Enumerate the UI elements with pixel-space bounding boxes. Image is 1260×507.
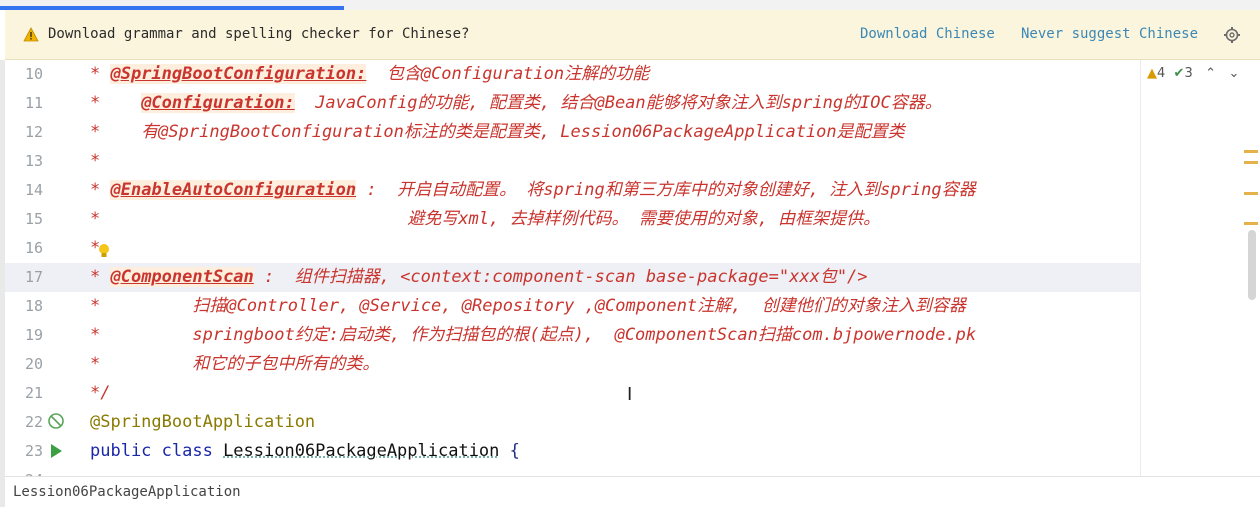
line-number: 15 <box>24 210 43 228</box>
code-editor[interactable]: 10 * @SpringBootConfiguration: 包含@Configu… <box>5 60 1260 476</box>
download-chinese-link[interactable]: Download Chinese <box>860 26 995 42</box>
code-line-12[interactable]: 12 * 有@SpringBootConfiguration标注的类是配置类, L… <box>5 118 1145 147</box>
line-number: 10 <box>24 65 43 83</box>
warning-count: 4 <box>1157 66 1166 81</box>
never-suggest-link[interactable]: Never suggest Chinese <box>1021 26 1198 42</box>
doc-comment-text: * @EnableAutoConfiguration : 开启自动配置。 将sp… <box>90 180 976 200</box>
line-number: 18 <box>24 297 43 315</box>
banner-message: Download grammar and spelling checker fo… <box>48 26 470 42</box>
code-line-10[interactable]: 10 * @SpringBootConfiguration: 包含@Configu… <box>5 60 1145 89</box>
chevron-down-icon[interactable]: ⌄ <box>1228 66 1239 81</box>
lightbulb-icon[interactable] <box>97 243 111 259</box>
inspection-widget[interactable]: ▲4 ✔3 ⌃ ⌄ <box>1147 66 1239 81</box>
line-number: 13 <box>24 152 43 170</box>
line-number: 24 <box>5 466 43 476</box>
breadcrumb-class[interactable]: Lession06PackageApplication <box>13 484 241 500</box>
breadcrumb-bar: Lession06PackageApplication <box>5 476 1260 507</box>
code-line-15[interactable]: 15 * 避免写xml, 去掉样例代码。 需要使用的对象, 由框架提供。 <box>5 205 1145 234</box>
code-line-18[interactable]: 18 * 扫描@Controller, @Service, @Repository… <box>5 292 1145 321</box>
code-line-17[interactable]: 17 * @ComponentScan : 组件扫描器, <context:com… <box>5 263 1145 292</box>
doc-comment-text: * springboot约定:启动类, 作为扫描包的根(起点), @Compon… <box>90 325 977 345</box>
annotation-name: @EnableAutoConfiguration <box>110 180 357 200</box>
editor-right-gutter <box>1140 60 1260 476</box>
line-number: 22 <box>24 413 43 431</box>
doc-comment-text: */ <box>90 383 111 403</box>
check-count: 3 <box>1184 66 1193 81</box>
check-count-icon: ✔ <box>1173 66 1185 81</box>
code-line-11[interactable]: 11 * @Configuration: JavaConfig的功能, 配置类, … <box>5 89 1145 118</box>
line-number: 12 <box>24 123 43 141</box>
doc-comment-text: * @ComponentScan : 组件扫描器, <context:compo… <box>90 267 868 287</box>
spring-bean-icon[interactable] <box>47 412 65 430</box>
annotation-name: @Configuration: <box>141 93 295 113</box>
mouse-cursor-icon: I <box>627 384 633 405</box>
warning-count-icon: ▲ <box>1147 66 1157 81</box>
line-number: 16 <box>24 239 43 257</box>
code-line-13[interactable]: 13 * <box>5 147 1145 176</box>
code-line-20[interactable]: 20 * 和它的子包中所有的类。 <box>5 350 1145 379</box>
code-line-21[interactable]: 21 */ <box>5 379 1145 408</box>
annotation-name: @SpringBootConfiguration: <box>110 64 367 84</box>
warning-marker[interactable] <box>1244 150 1258 153</box>
doc-comment-text: * 避免写xml, 去掉样例代码。 需要使用的对象, 由框架提供。 <box>90 209 881 229</box>
code-line-19[interactable]: 19 * springboot约定:启动类, 作为扫描包的根(起点), @Comp… <box>5 321 1145 350</box>
warning-icon <box>23 27 39 42</box>
code-line-16[interactable]: 16 * <box>5 234 1145 263</box>
line-number: 23 <box>24 442 43 460</box>
line-number: 21 <box>24 384 43 402</box>
code-line-22[interactable]: 22 @SpringBootApplication <box>5 408 1145 437</box>
line-number: 19 <box>24 326 43 344</box>
line-number: 20 <box>24 355 43 373</box>
warning-marker[interactable] <box>1244 222 1258 225</box>
doc-comment-text: * 和它的子包中所有的类。 <box>90 354 380 374</box>
class-declaration: public class Lession06PackageApplication… <box>90 441 520 461</box>
doc-comment-text: * 有@SpringBootConfiguration标注的类是配置类, Les… <box>90 122 905 142</box>
vertical-scrollbar[interactable] <box>1248 230 1256 300</box>
annotation-name: @ComponentScan <box>110 267 254 287</box>
line-number: 14 <box>24 181 43 199</box>
run-icon[interactable] <box>47 442 65 460</box>
warning-marker[interactable] <box>1244 192 1258 195</box>
line-number: 17 <box>24 268 43 286</box>
code-line-24[interactable]: 24 <box>5 466 1145 476</box>
doc-comment-text: * @Configuration: JavaConfig的功能, 配置类, 结合… <box>90 93 942 113</box>
code-line-23[interactable]: 23 public class Lession06PackageApplicat… <box>5 437 1145 466</box>
editor-tab-strip <box>0 0 1260 10</box>
doc-comment-text: * 扫描@Controller, @Service, @Repository ,… <box>90 296 966 316</box>
chevron-up-icon[interactable]: ⌃ <box>1205 66 1216 81</box>
annotation-springbootapplication: @SpringBootApplication <box>90 412 316 432</box>
gear-icon[interactable] <box>1223 26 1241 44</box>
doc-comment-text: * @SpringBootConfiguration: 包含@Configura… <box>90 64 650 84</box>
doc-comment-text: * <box>90 151 101 171</box>
code-line-14[interactable]: 14 * @EnableAutoConfiguration : 开启自动配置。 将… <box>5 176 1145 205</box>
warning-marker[interactable] <box>1244 161 1258 164</box>
line-number: 11 <box>24 94 43 112</box>
spellcheck-banner: Download grammar and spelling checker fo… <box>5 10 1260 60</box>
